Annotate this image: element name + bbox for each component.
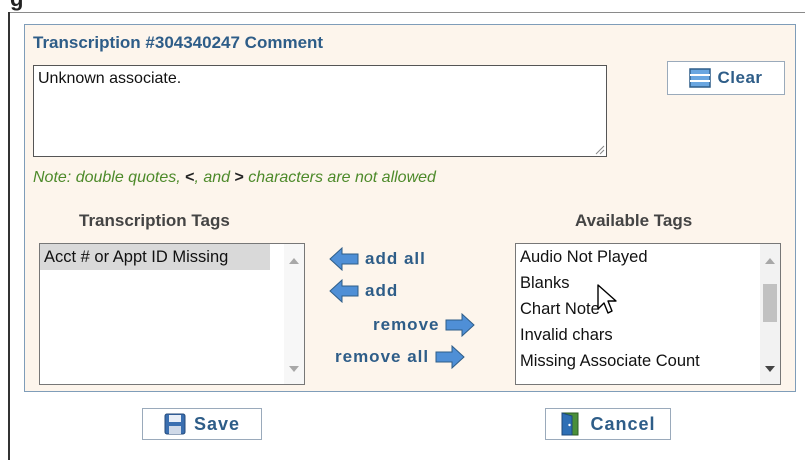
scroll-down-icon[interactable] bbox=[289, 366, 299, 372]
cursor-icon bbox=[597, 284, 617, 314]
list-item[interactable]: Invalid chars bbox=[516, 322, 762, 348]
remove-button[interactable]: remove bbox=[373, 313, 476, 337]
resize-grip-icon[interactable] bbox=[593, 143, 605, 155]
clear-label: Clear bbox=[717, 68, 763, 87]
note-mid: , and bbox=[194, 169, 235, 186]
cancel-icon bbox=[561, 412, 579, 436]
comment-title: Transcription #304340247 Comment bbox=[33, 33, 324, 52]
arrow-left-icon bbox=[329, 247, 359, 271]
transcription-tags-heading: Transcription Tags bbox=[79, 211, 230, 230]
add-label: add bbox=[365, 281, 399, 300]
list-item[interactable]: Audio Not Played bbox=[516, 244, 762, 270]
transcription-tags-list[interactable]: Acct # or Appt ID Missing bbox=[39, 243, 305, 385]
comment-textarea[interactable]: Unknown associate. bbox=[33, 65, 607, 157]
cancel-button[interactable]: Cancel bbox=[545, 408, 671, 440]
comment-panel: Transcription #304340247 Comment Unknown… bbox=[24, 24, 796, 392]
cancel-label: Cancel bbox=[590, 413, 656, 434]
scrollbar[interactable] bbox=[284, 244, 304, 384]
available-tags-list[interactable]: Audio Not Played Blanks Chart Note Inval… bbox=[515, 243, 781, 385]
scrollbar[interactable] bbox=[760, 244, 780, 384]
add-all-button[interactable]: add all bbox=[329, 247, 426, 271]
add-all-label: add all bbox=[365, 249, 426, 268]
arrow-left-icon bbox=[329, 279, 359, 303]
list-item[interactable]: Acct # or Appt ID Missing bbox=[40, 244, 270, 270]
divider bbox=[8, 12, 805, 13]
list-item[interactable]: Missing Associate Count bbox=[516, 348, 762, 374]
heading-fragment: g bbox=[10, 0, 23, 12]
arrow-right-icon bbox=[445, 313, 476, 337]
list-item[interactable]: Chart Note bbox=[516, 296, 762, 322]
divider bbox=[8, 12, 10, 460]
add-button[interactable]: add bbox=[329, 279, 398, 303]
note-suffix: characters are not allowed bbox=[243, 169, 436, 186]
save-icon bbox=[164, 413, 186, 435]
remove-all-label: remove all bbox=[335, 347, 430, 366]
scroll-up-icon[interactable] bbox=[289, 258, 299, 264]
note-text: Note: double quotes, <, and > characters… bbox=[33, 169, 436, 187]
note-gt: > bbox=[234, 169, 244, 186]
save-label: Save bbox=[193, 413, 241, 434]
scroll-up-icon[interactable] bbox=[765, 258, 775, 264]
scroll-down-icon[interactable] bbox=[765, 366, 775, 372]
remove-all-button[interactable]: remove all bbox=[335, 345, 465, 369]
note-prefix: Note: double quotes, bbox=[33, 169, 186, 186]
clear-button[interactable]: Clear bbox=[667, 61, 785, 95]
remove-label: remove bbox=[373, 315, 440, 334]
scroll-thumb[interactable] bbox=[763, 284, 777, 322]
arrow-right-icon bbox=[435, 345, 465, 369]
available-tags-heading: Available Tags bbox=[575, 211, 693, 230]
list-item[interactable]: Blanks bbox=[516, 270, 762, 296]
clear-icon bbox=[689, 68, 712, 88]
save-button[interactable]: Save bbox=[142, 408, 262, 440]
